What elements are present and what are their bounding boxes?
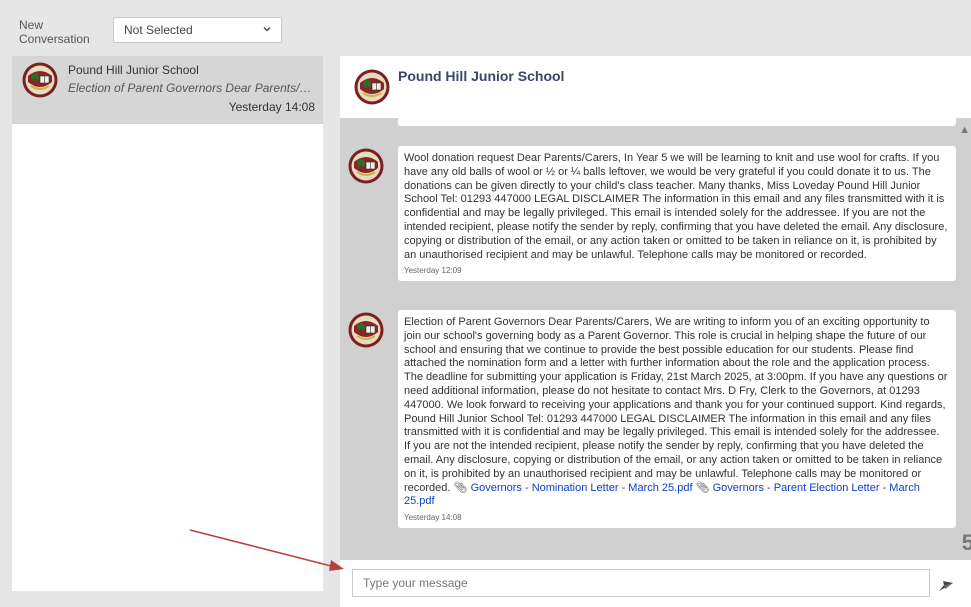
message-time: Yesterday 14:08 [404, 513, 462, 523]
conversation-item[interactable]: Pound Hill Junior School Election of Par… [12, 56, 323, 124]
message-card: Wool donation request Dear Parents/Carer… [398, 146, 956, 282]
message-input[interactable] [352, 569, 930, 597]
new-conversation-select[interactable]: Not Selected [113, 17, 282, 43]
conversation-name: Pound Hill Junior School [68, 63, 199, 77]
school-crest-icon [22, 62, 58, 98]
message-input-bar [340, 560, 971, 607]
message-text: Election of Parent Governors Dear Parent… [404, 316, 948, 509]
message-card: Election of Parent Governors Dear Parent… [398, 310, 956, 529]
top-bar: New Conversation Not Selected [0, 0, 340, 52]
paperclip-icon: 📎︎ [453, 481, 468, 494]
select-value: Not Selected [124, 23, 193, 37]
message-text: Wool donation request Dear Parents/Carer… [404, 152, 948, 261]
previous-message-card [398, 118, 956, 126]
conversation-time: Yesterday 14:08 [228, 100, 315, 114]
conversation-preview: Election of Parent Governors Dear Parent… [68, 81, 318, 95]
message-thread[interactable]: ▲ Wool donation request Dear Parents/Car… [340, 118, 971, 560]
school-crest-icon [354, 69, 390, 105]
message-time: Yesterday 12:09 [404, 266, 462, 276]
scroll-indicator[interactable]: 5 [962, 530, 971, 556]
chat-header: Pound Hill Junior School [340, 56, 971, 118]
chat-title: Pound Hill Junior School [398, 68, 565, 84]
chevron-down-icon [263, 27, 271, 32]
send-icon[interactable] [936, 574, 956, 594]
scroll-up-arrow[interactable]: ▲ [959, 124, 970, 136]
paperclip-icon: 📎︎ [695, 481, 710, 494]
conversation-list: Pound Hill Junior School Election of Par… [12, 56, 323, 591]
attachment-link[interactable]: Governors - Nomination Letter - March 25… [471, 482, 693, 494]
new-conversation-label: New Conversation [19, 18, 90, 46]
message-body: Election of Parent Governors Dear Parent… [404, 316, 948, 494]
school-crest-icon [348, 312, 384, 348]
school-crest-icon [348, 148, 384, 184]
